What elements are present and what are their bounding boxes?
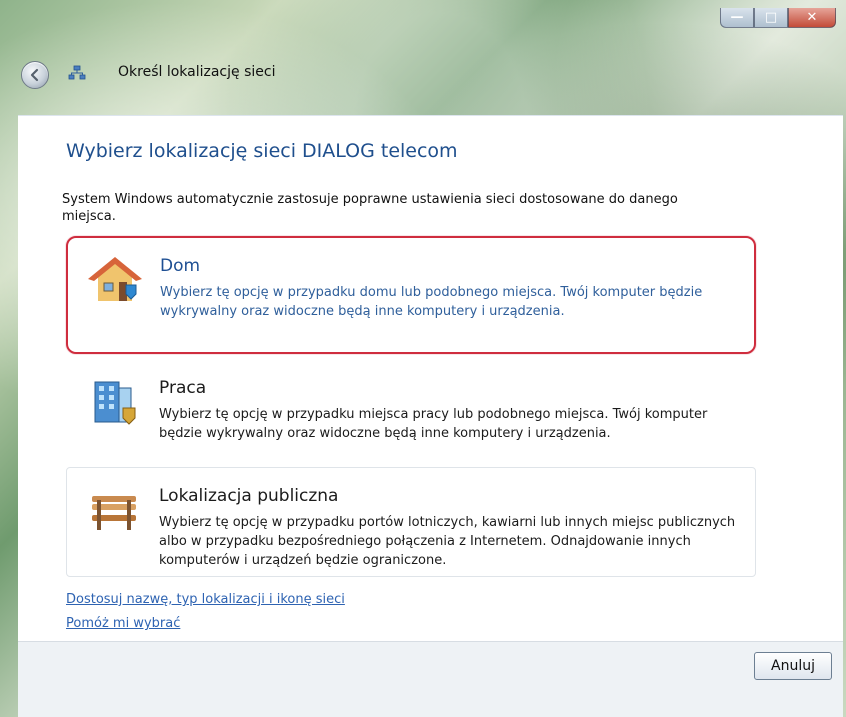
help-links: Dostosuj nazwę, typ lokalizacji i ikonę … [66, 588, 345, 636]
option-description-home: Wybierz tę opcję w przypadku domu lub po… [160, 285, 703, 319]
page-title: Wybierz lokalizację sieci DIALOG telecom [66, 140, 458, 162]
network-location-window: Określ lokalizację sieci — □ ✕ Wybierz l… [0, 0, 846, 717]
minimize-button[interactable]: — [720, 8, 754, 28]
option-title-work: Praca [159, 378, 207, 398]
work-option[interactable]: Praca Wybierz tę opcję w przypadku miejs… [66, 359, 756, 477]
bench-icon [92, 496, 136, 530]
help-me-choose-link[interactable]: Pomóż mi wybrać [66, 612, 345, 636]
back-arrow-icon [30, 68, 39, 82]
network-icon [68, 65, 86, 80]
house-icon [88, 257, 142, 301]
customize-network-link[interactable]: Dostosuj nazwę, typ lokalizacji i ikonę … [66, 588, 345, 612]
office-building-icon [94, 381, 136, 425]
window-title: Określ lokalizację sieci [118, 64, 276, 80]
option-description-public: Wybierz tę opcję w przypadku portów lotn… [159, 515, 736, 568]
option-title-public: Lokalizacja publiczna [159, 486, 339, 506]
option-title-home: Dom [160, 256, 201, 276]
footer: Anuluj [18, 641, 843, 717]
maximize-button[interactable]: □ [754, 8, 788, 28]
title-bar: Określ lokalizację sieci — □ ✕ [0, 0, 846, 110]
intro-text: System Windows automatycznie zastosuje p… [62, 192, 678, 224]
cancel-button[interactable]: Anuluj [754, 652, 832, 680]
minimize-icon: — [730, 10, 744, 25]
public-location-option[interactable]: Lokalizacja publiczna Wybierz tę opcję w… [66, 467, 756, 577]
close-button[interactable]: ✕ [788, 8, 836, 28]
home-option[interactable]: Dom Wybierz tę opcję w przypadku domu lu… [66, 236, 756, 354]
maximize-icon: □ [764, 10, 778, 25]
option-description-work: Wybierz tę opcję w przypadku miejsca pra… [159, 407, 708, 441]
close-icon: ✕ [806, 10, 818, 25]
window-controls: — □ ✕ [720, 8, 840, 30]
dialog-content: Wybierz lokalizację sieci DIALOG telecom… [18, 115, 843, 642]
back-button[interactable] [21, 61, 49, 89]
